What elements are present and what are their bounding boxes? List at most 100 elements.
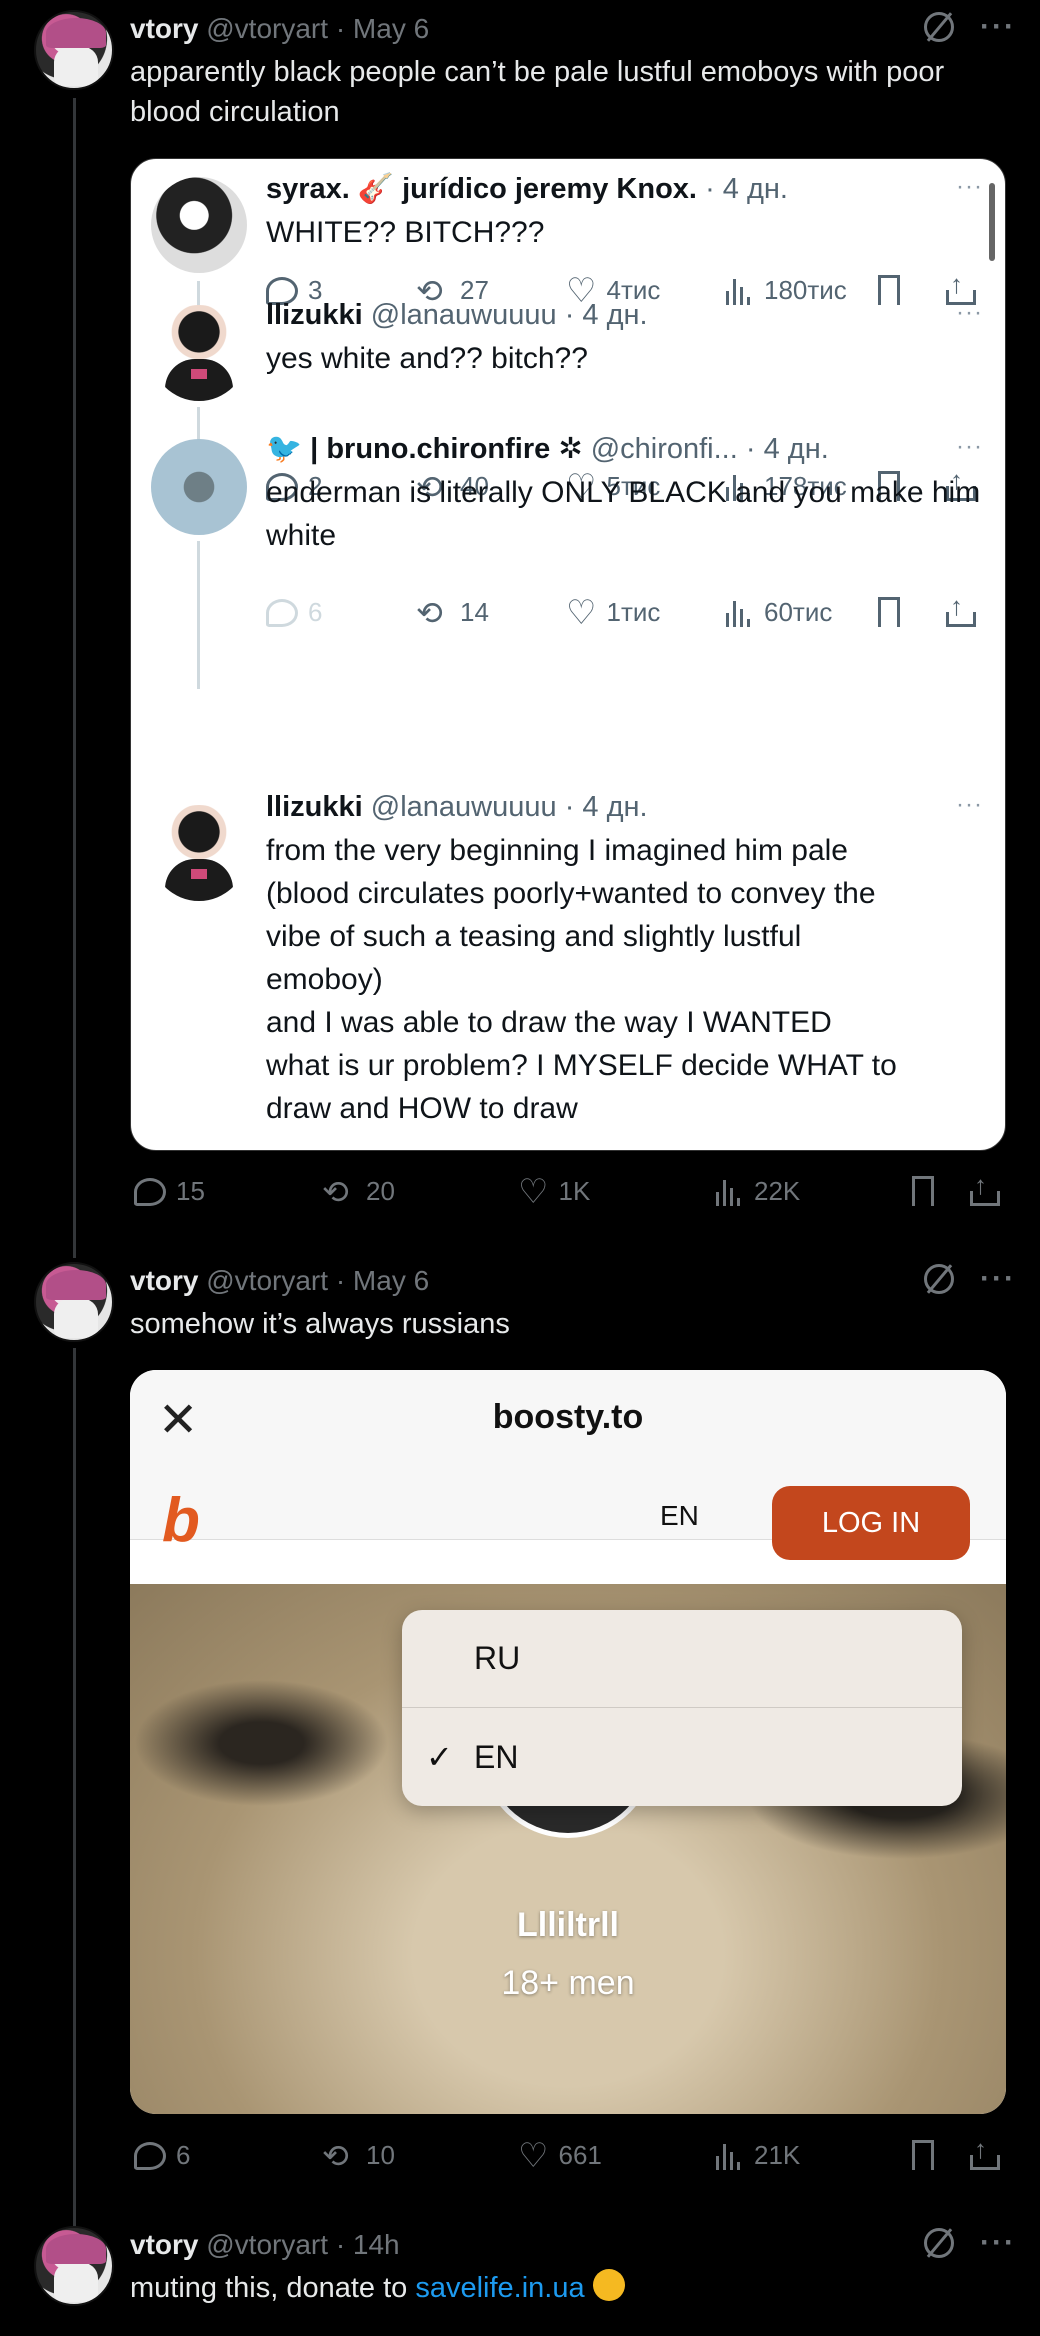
- avatar: [151, 305, 247, 401]
- post-header: vtory @vtoryart · May 6: [130, 1264, 429, 1298]
- avatar[interactable]: [34, 2226, 114, 2306]
- repost-button[interactable]: ⟲ 10: [322, 2140, 395, 2172]
- share-icon: [970, 1170, 1000, 1206]
- post-date: · 4 дн.: [564, 299, 648, 331]
- avatar[interactable]: [34, 10, 114, 90]
- text-line: and I was able to draw the way I WANTED: [266, 1006, 832, 1039]
- post-date: · 4 дн.: [564, 791, 648, 823]
- author-name[interactable]: vtory: [130, 1265, 198, 1296]
- view-count: 22K: [754, 1176, 801, 1206]
- text-line: (blood circulates poorly+wanted to conve…: [266, 877, 876, 910]
- like-button[interactable]: ♡ 661: [518, 2136, 602, 2175]
- quoted-header: llizukki @lanauwuuuu · 4 дн.: [266, 297, 648, 333]
- repost-icon: ⟲: [322, 1173, 349, 1210]
- boosty-screenshot[interactable]: ✕ boosty.to b EN LOG IN RU ✓ EN Llliltrll…: [130, 1370, 1006, 2114]
- quoted-text: from the very beginning I imagined him p…: [266, 829, 996, 1130]
- views-button[interactable]: 21K: [716, 2140, 800, 2171]
- post-header: vtory @vtoryart · 14h: [130, 2228, 400, 2262]
- heart-icon: ♡: [566, 593, 597, 632]
- reply-button[interactable]: 15: [134, 1176, 205, 1207]
- post-actions: 6 ⟲ 10 ♡ 661 21K: [130, 2134, 1006, 2184]
- language-dropdown: RU ✓ EN: [402, 1610, 962, 1806]
- site-domain: boosty.to: [492, 1398, 644, 1436]
- views-stat: 60тис: [726, 597, 832, 628]
- post-header: vtory @vtoryart · May 6: [130, 12, 429, 46]
- quoted-text: enderman is literally ONLY BLACK and you…: [266, 476, 981, 552]
- views-button[interactable]: 22K: [716, 1176, 800, 1207]
- profile-username: Llliltrll: [517, 1906, 619, 1944]
- post-actions: 15 ⟲ 20 ♡ 1K 22K: [130, 1170, 1006, 1220]
- author-handle[interactable]: @vtoryart: [206, 13, 328, 44]
- profile-subtitle: 18+ men: [501, 1964, 635, 2002]
- avatar: [151, 439, 247, 535]
- post-header-icons: ···: [924, 10, 1016, 44]
- reply-button[interactable]: 6: [134, 2140, 190, 2171]
- author-name: llizukki: [266, 299, 363, 331]
- repost-stat: ⟲ 14: [416, 597, 489, 629]
- repost-count: 20: [366, 1176, 395, 1206]
- author-handle[interactable]: @vtoryart: [206, 2229, 328, 2260]
- quoted-header: syrax. 🎸 jurídico jeremy Knox. · 4 дн.: [266, 171, 788, 207]
- language-option-en: ✓ EN: [426, 1738, 519, 1776]
- share-icon: [946, 591, 976, 627]
- more-icon[interactable]: ···: [980, 10, 1016, 44]
- grok-icon[interactable]: [924, 2228, 955, 2258]
- saluting-face-icon: [592, 2269, 625, 2301]
- heart-icon: ♡: [518, 2136, 549, 2175]
- quoted-tweet: 🐦 | bruno.chironfire ✲ @chironfi... · 4 …: [131, 427, 1005, 689]
- reply-stat: 6: [266, 597, 322, 628]
- post-date[interactable]: · May 6: [336, 13, 429, 44]
- login-button: LOG IN: [772, 1486, 970, 1560]
- quoted-header: 🐦 | bruno.chironfire ✲ @chironfi... · 4 …: [266, 431, 829, 467]
- boosty-logo-icon: b: [162, 1486, 200, 1555]
- heart-icon: ♡: [518, 1172, 549, 1211]
- reply-count: 6: [176, 2140, 191, 2170]
- views-icon: [726, 599, 754, 627]
- view-count: 60тис: [764, 597, 833, 627]
- author-name[interactable]: vtory: [130, 2229, 198, 2260]
- post-date[interactable]: · May 6: [336, 1265, 429, 1296]
- grok-icon[interactable]: [924, 1264, 955, 1294]
- more-icon: ···: [956, 791, 983, 818]
- quoted-header: llizukki @lanauwuuuu · 4 дн.: [266, 789, 648, 825]
- language-selector: EN: [660, 1500, 699, 1531]
- author-name[interactable]: vtory: [130, 13, 198, 44]
- like-button[interactable]: ♡ 1K: [518, 1172, 591, 1211]
- bookmark-button[interactable]: [912, 1176, 934, 1206]
- like-stat: ♡ 1тис: [566, 593, 660, 632]
- thread-line: [73, 1348, 76, 2228]
- author-handle: @chironfi...: [590, 433, 738, 465]
- share-icon: [970, 2134, 1000, 2170]
- bookmark-button[interactable]: [912, 2140, 934, 2170]
- language-option-ru: RU: [402, 1610, 962, 1708]
- avatar[interactable]: [34, 1262, 114, 1342]
- view-count: 21K: [754, 2140, 801, 2170]
- more-icon[interactable]: ···: [980, 2226, 1016, 2260]
- thread-line: [73, 98, 76, 1258]
- repost-count: 14: [460, 597, 489, 627]
- reply-icon: [134, 1177, 166, 1206]
- thread-line: [197, 541, 200, 689]
- share-button[interactable]: [970, 2134, 1000, 2170]
- author-handle[interactable]: @vtoryart: [206, 1265, 328, 1296]
- like-count: 1K: [558, 1176, 591, 1206]
- share-button[interactable]: [970, 1170, 1000, 1206]
- grok-icon[interactable]: [924, 12, 955, 42]
- author-name: syrax. 🎸 jurídico jeremy Knox.: [266, 173, 697, 205]
- donation-link[interactable]: savelife.in.ua: [415, 2272, 584, 2304]
- author-handle: @lanauwuuuu: [370, 791, 557, 823]
- text-line: emoboy): [266, 963, 383, 996]
- more-icon[interactable]: ···: [980, 1262, 1016, 1296]
- quoted-text: WHITE?? BITCH???: [266, 216, 545, 249]
- quoted-actions: 6 ⟲ 14 ♡ 1тис 60тис: [266, 591, 986, 637]
- post-text-prefix: muting this, donate to: [130, 2272, 416, 2304]
- quoted-screenshot[interactable]: syrax. 🎸 jurídico jeremy Knox. · 4 дн. ·…: [130, 158, 1006, 1151]
- more-icon: ···: [956, 433, 983, 460]
- avatar: [151, 805, 247, 901]
- author-handle: @lanauwuuuu: [370, 299, 557, 331]
- repost-button[interactable]: ⟲ 20: [322, 1173, 395, 1210]
- author-name: 🐦 | bruno.chironfire ✲: [266, 433, 583, 465]
- check-icon: ✓: [426, 1739, 453, 1775]
- avatar: [151, 177, 247, 273]
- post-date[interactable]: · 14h: [336, 2229, 400, 2260]
